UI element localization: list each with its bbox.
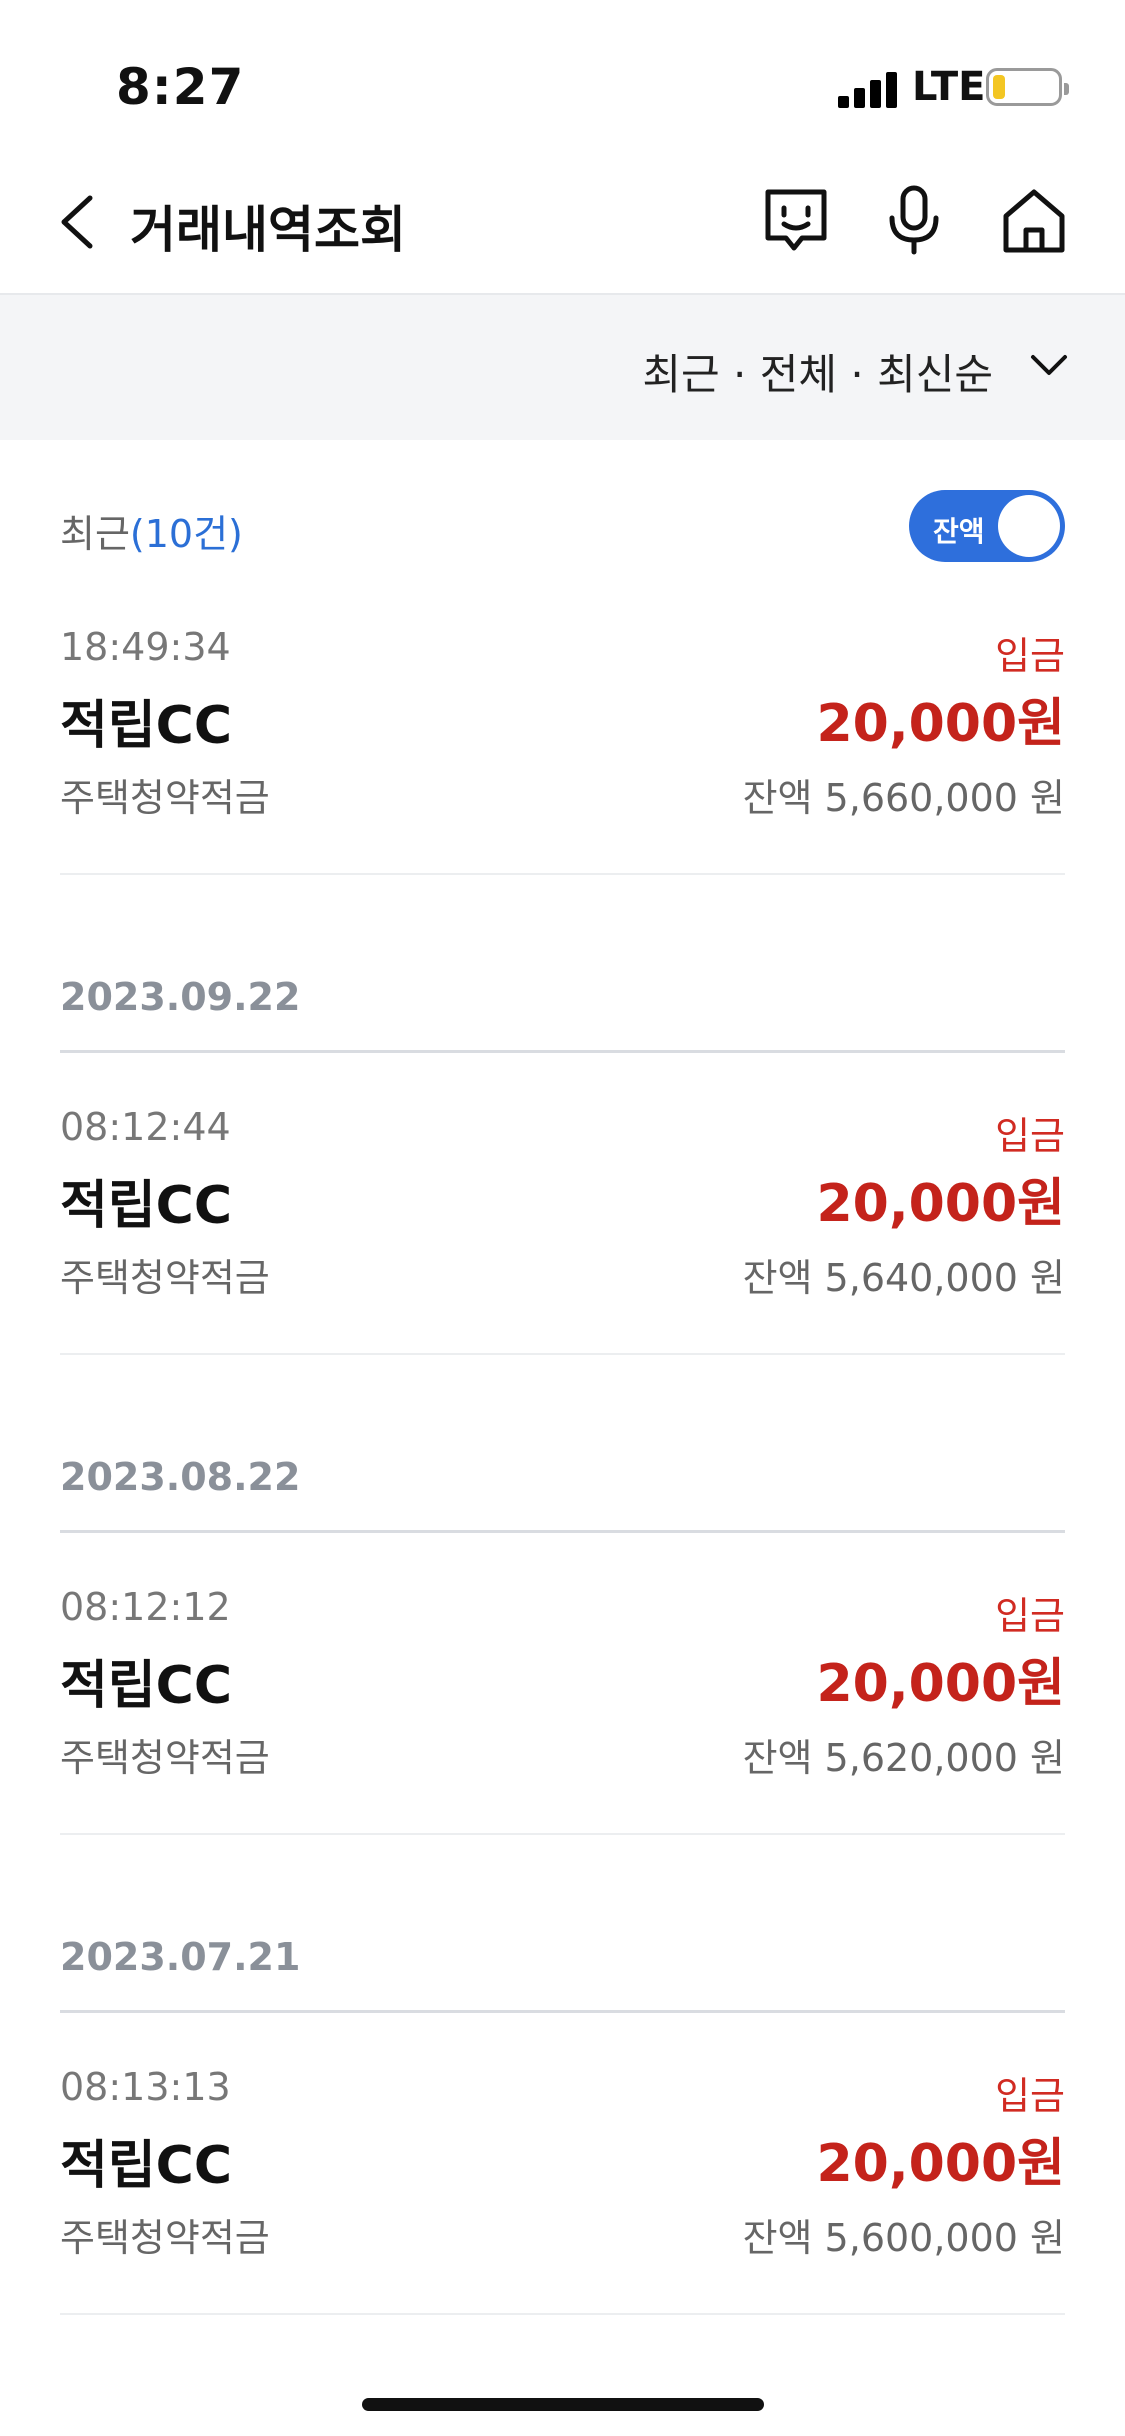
transaction-time: 18:49:34: [60, 625, 231, 669]
summary-label: 최근: [60, 512, 130, 556]
transaction-account: 주택청약적금: [60, 776, 270, 820]
date-header: 2023.09.22: [60, 975, 301, 1019]
transaction-name: 적립CC: [60, 696, 233, 756]
item-divider: [60, 1353, 1065, 1355]
transaction-balance: 잔액 5,660,000 원: [742, 776, 1065, 820]
transaction-balance: 잔액 5,600,000 원: [742, 2216, 1065, 2260]
result-summary: 최근(10건): [60, 503, 243, 558]
transaction-type: 입금: [995, 2074, 1065, 2118]
transaction-account: 주택청약적금: [60, 1256, 270, 1300]
app-header: 거래내역조회: [0, 150, 1125, 295]
transaction-amount: 20,000원: [816, 1654, 1065, 1714]
result-count: (10건): [129, 512, 243, 556]
chevron-down-icon[interactable]: [1029, 351, 1069, 381]
date-divider: [60, 2010, 1065, 2013]
transaction-balance: 잔액 5,640,000 원: [742, 1256, 1065, 1300]
item-divider: [60, 2313, 1065, 2315]
home-indicator[interactable]: [362, 2398, 764, 2411]
transaction-type: 입금: [995, 1594, 1065, 1638]
signal-icon: [838, 70, 900, 108]
network-label: LTE: [912, 64, 986, 110]
transaction-time: 08:12:12: [60, 1585, 231, 1629]
balance-toggle[interactable]: 잔액: [909, 490, 1065, 562]
filter-bar[interactable]: 최근 · 전체 · 최신순: [0, 295, 1125, 440]
transaction-item[interactable]: 08:12:44 입금 적립CC 20,000원 주택청약적금 잔액 5,640…: [60, 1105, 1065, 1375]
status-time: 8:27: [116, 58, 245, 116]
transaction-account: 주택청약적금: [60, 1736, 270, 1780]
transaction-item[interactable]: 08:13:13 입금 적립CC 20,000원 주택청약적금 잔액 5,600…: [60, 2065, 1065, 2335]
home-icon[interactable]: [996, 182, 1072, 258]
back-arrow-icon[interactable]: [56, 192, 100, 252]
transaction-type: 입금: [995, 634, 1065, 678]
item-divider: [60, 1833, 1065, 1835]
transaction-time: 08:12:44: [60, 1105, 231, 1149]
status-bar: 8:27 LTE: [0, 0, 1125, 150]
transaction-account: 주택청약적금: [60, 2216, 270, 2260]
date-header: 2023.07.21: [60, 1935, 301, 1979]
transaction-type: 입금: [995, 1114, 1065, 1158]
transaction-balance: 잔액 5,620,000 원: [742, 1736, 1065, 1780]
date-divider: [60, 1530, 1065, 1533]
transaction-amount: 20,000원: [816, 1174, 1065, 1234]
transaction-amount: 20,000원: [816, 694, 1065, 754]
microphone-icon[interactable]: [876, 182, 952, 258]
item-divider: [60, 873, 1065, 875]
transaction-time: 08:13:13: [60, 2065, 231, 2109]
transaction-name: 적립CC: [60, 1176, 233, 1236]
chatbot-icon[interactable]: [758, 182, 834, 258]
transaction-item[interactable]: 18:49:34 입금 적립CC 20,000원 주택청약적금 잔액 5,660…: [60, 625, 1065, 895]
battery-level: [993, 75, 1005, 99]
toggle-label: 잔액: [933, 515, 985, 548]
toggle-knob: [998, 495, 1060, 557]
transaction-item[interactable]: 08:12:12 입금 적립CC 20,000원 주택청약적금 잔액 5,620…: [60, 1585, 1065, 1855]
battery-icon: [986, 68, 1069, 106]
page-title: 거래내역조회: [130, 201, 406, 259]
transaction-amount: 20,000원: [816, 2134, 1065, 2194]
filter-label: 최근 · 전체 · 최신순: [642, 350, 993, 399]
transaction-name: 적립CC: [60, 1656, 233, 1716]
transaction-name: 적립CC: [60, 2136, 233, 2196]
date-header: 2023.08.22: [60, 1455, 301, 1499]
date-divider: [60, 1050, 1065, 1053]
